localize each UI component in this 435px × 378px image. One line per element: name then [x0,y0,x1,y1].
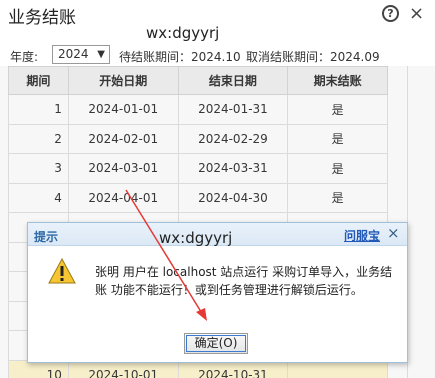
help-service-link[interactable]: 问服宝 [344,227,380,244]
watermark-text: wx:dgyyrj [146,24,220,42]
dialog-close-icon[interactable]: × [387,224,400,242]
year-label: 年度: [10,50,39,64]
help-icon[interactable]: ? [382,5,399,22]
cancel-period-text: 取消结账期间：2024.09 [246,50,380,64]
window-title: 业务结账 [8,8,76,28]
ok-button[interactable]: 确定(O) [184,333,248,354]
year-value: 2024 [58,47,89,61]
close-icon[interactable]: × [408,3,425,24]
chevron-down-icon: ▼ [97,49,105,60]
dialog-title: 提示 [34,230,59,244]
year-select[interactable]: 2024 ▼ [52,45,110,64]
pending-period-text: 待结账期间：2024.10 [119,50,241,64]
warning-icon [48,258,76,284]
watermark-text: wx:dgyyrj [159,229,233,247]
dialog-message: 张明 用户在 localhost 站点运行 采购订单导入，业务结账 功能不能运行… [95,265,393,297]
toolbar: 年度: 2024 ▼ 待结账期间：2024.10 取消结账期间：2024.09 [0,45,435,65]
